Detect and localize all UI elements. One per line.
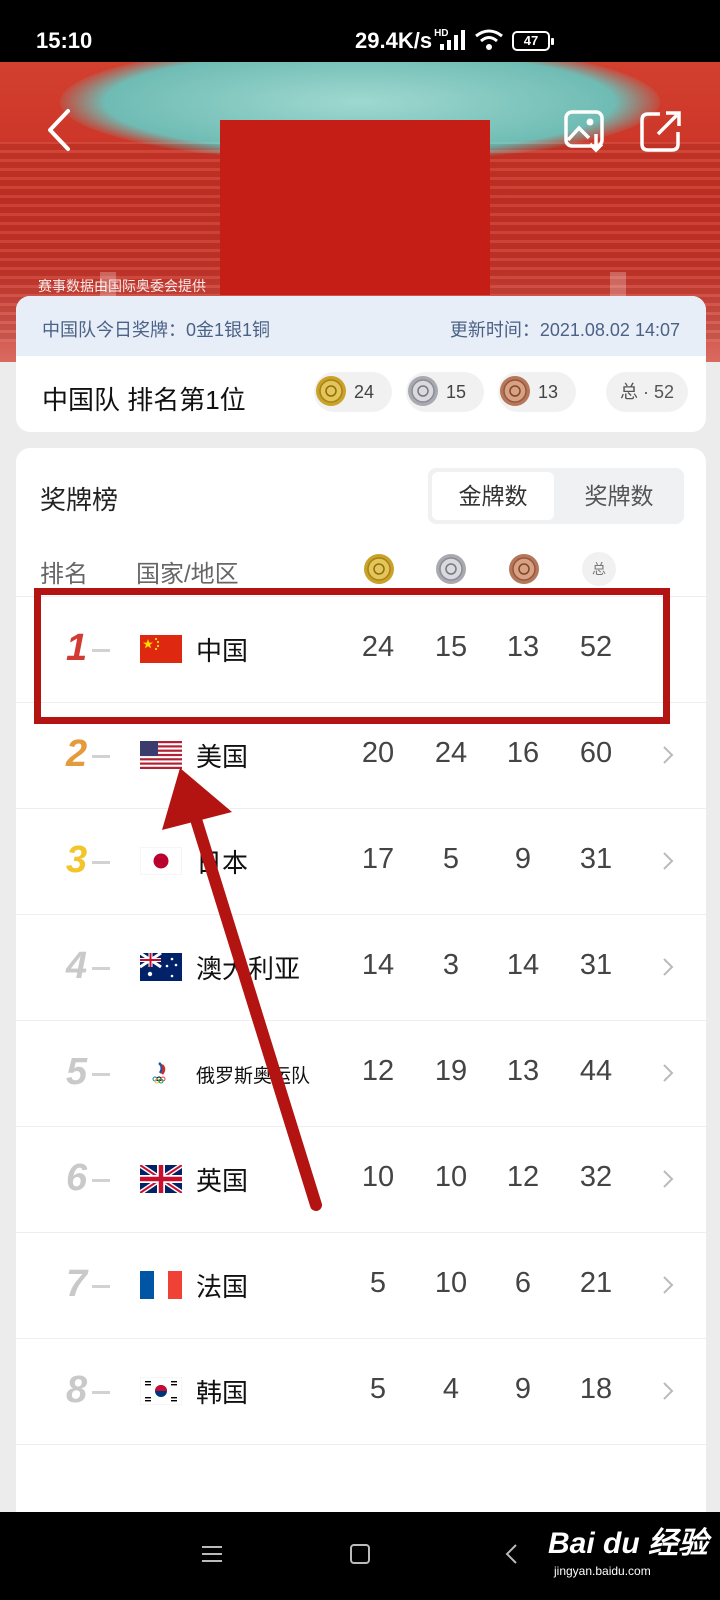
annotation-arrow (162, 768, 322, 1211)
watermark-url: jingyan.baidu.com (554, 1564, 651, 1578)
watermark-brand: Bai du 经验 (548, 1527, 709, 1560)
back-nav-icon[interactable] (500, 1542, 524, 1566)
watermark: Bai du 经验 jingyan.baidu.com (548, 1518, 708, 1578)
home-icon[interactable] (348, 1542, 372, 1566)
menu-icon[interactable] (200, 1542, 224, 1566)
